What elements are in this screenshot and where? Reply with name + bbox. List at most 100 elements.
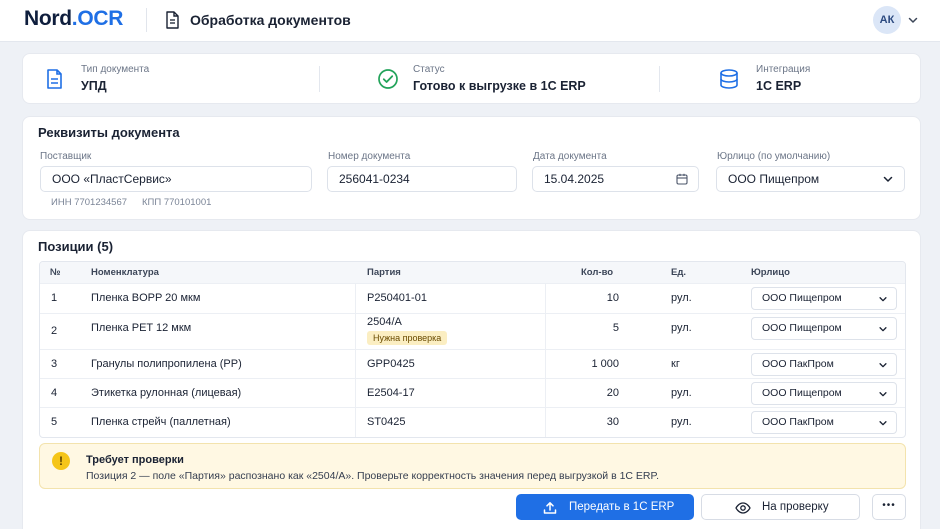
warning-title: Требует проверки xyxy=(86,454,184,466)
more-options-button[interactable]: ••• xyxy=(872,494,906,520)
divider xyxy=(659,66,660,92)
cell-name: Пленка BOPP 20 мкм xyxy=(91,292,201,304)
database-icon xyxy=(720,69,738,89)
cell-qty[interactable]: 10 xyxy=(607,292,619,304)
cell-name: Пленка стрейч (паллетная) xyxy=(91,416,231,428)
cell-batch[interactable]: 2504/A xyxy=(367,316,402,328)
send-to-erp-label: Передать в 1С ERP xyxy=(569,501,675,513)
cell-num: 5 xyxy=(51,416,58,428)
chevron-down-icon[interactable] xyxy=(907,14,919,26)
chevron-down-icon xyxy=(883,176,893,182)
doc-date-field[interactable]: 15.04.2025 xyxy=(532,166,699,192)
warning-icon: ! xyxy=(52,452,70,470)
cell-num: 4 xyxy=(51,387,58,399)
column-header-unit: Ед. xyxy=(671,267,687,278)
section-title: Позиции (5) xyxy=(38,239,114,254)
column-header-num: № xyxy=(50,267,61,278)
entity-select[interactable]: ООО Пищепром xyxy=(751,382,897,405)
document-summary: Тип документа УПД Статус Готово к выгруз… xyxy=(22,53,921,104)
table-row[interactable]: 3 Гранулы полипропилена (PP) GPP0425 1 0… xyxy=(40,350,905,379)
cell-qty[interactable]: 20 xyxy=(607,387,619,399)
integration-value: 1С ERP xyxy=(756,79,802,93)
document-icon xyxy=(47,69,62,89)
entity-select[interactable]: ООО ПакПром xyxy=(751,353,897,376)
section-title: Реквизиты документа xyxy=(38,125,180,140)
entity-select[interactable]: ООО Пищепром xyxy=(751,287,897,310)
cell-batch[interactable]: GPP0425 xyxy=(367,358,415,370)
table-row[interactable]: 4 Этикетка рулонная (лицевая) E2504-17 2… xyxy=(40,379,905,408)
doc-date-value: 15.04.2025 xyxy=(544,172,605,186)
status-label: Статус xyxy=(413,64,445,75)
cell-name: Этикетка рулонная (лицевая) xyxy=(91,387,242,399)
doc-type-label: Тип документа xyxy=(81,64,150,75)
inn-text: ИНН 7701234567 xyxy=(51,197,128,208)
entity-select[interactable]: ООО Пищепром xyxy=(751,317,897,340)
cell-unit: рул. xyxy=(671,322,692,334)
send-to-review-button[interactable]: На проверку xyxy=(701,494,860,520)
cell-qty[interactable]: 1 000 xyxy=(591,358,619,370)
supplier-field[interactable]: ООО «ПластСервис» xyxy=(40,166,312,192)
page-title: Обработка документов xyxy=(190,12,351,28)
cell-qty[interactable]: 5 xyxy=(613,322,619,334)
cell-name: Пленка PET 12 мкм xyxy=(91,322,192,334)
logo[interactable]: Nord.OCR xyxy=(24,7,123,31)
eye-icon xyxy=(735,502,751,514)
entity-value: ООО Пищепром xyxy=(728,172,820,186)
cell-unit: рул. xyxy=(671,387,692,399)
integration-label: Интеграция xyxy=(756,64,811,75)
positions-table: № Номенклатура Партия Кол-во Ед. Юрлицо … xyxy=(39,261,906,438)
doc-type-value: УПД xyxy=(81,79,107,93)
requisites-section: Реквизиты документа Поставщик ООО «Пласт… xyxy=(22,116,921,220)
chevron-down-icon xyxy=(879,327,887,332)
kpp-text: КПП 770101001 xyxy=(142,197,212,208)
divider xyxy=(146,8,147,32)
upload-icon xyxy=(543,502,557,514)
supplier-label: Поставщик xyxy=(40,151,92,162)
top-bar: Nord.OCR Обработка документов АК xyxy=(0,0,940,42)
avatar[interactable]: АК xyxy=(873,6,901,34)
warning-banner: ! Требует проверки Позиция 2 — поле «Пар… xyxy=(39,443,906,489)
send-to-erp-button[interactable]: Передать в 1С ERP xyxy=(516,494,694,520)
cell-batch[interactable]: ST0425 xyxy=(367,416,406,428)
cell-name: Гранулы полипропилена (PP) xyxy=(91,358,242,370)
cell-num: 1 xyxy=(51,292,58,304)
entity-select-value: ООО Пищепром xyxy=(762,322,842,334)
entity-select[interactable]: ООО ПакПром xyxy=(751,411,897,434)
more-icon: ••• xyxy=(882,500,896,511)
cell-batch[interactable]: E2504-17 xyxy=(367,387,415,399)
doc-number-label: Номер документа xyxy=(328,151,411,162)
divider xyxy=(319,66,320,92)
doc-date-label: Дата документа xyxy=(533,151,607,162)
send-to-review-label: На проверку xyxy=(762,501,829,513)
entity-select-value: ООО Пищепром xyxy=(762,387,842,399)
calendar-icon[interactable] xyxy=(676,173,688,185)
cell-num: 2 xyxy=(51,325,58,337)
entity-select-value: ООО ПакПром xyxy=(762,358,834,370)
check-circle-icon xyxy=(378,69,398,89)
entity-select-value: ООО Пищепром xyxy=(762,292,842,304)
chevron-down-icon xyxy=(879,392,887,397)
table-row[interactable]: 1 Пленка BOPP 20 мкм P250401-01 10 рул. … xyxy=(40,284,905,314)
status-badge: Нужна проверка xyxy=(367,331,448,345)
cell-batch[interactable]: P250401-01 xyxy=(367,292,427,304)
document-icon xyxy=(166,11,179,29)
table-row[interactable]: 2 Пленка PET 12 мкм 2504/A Нужна проверк… xyxy=(40,314,905,350)
chevron-down-icon xyxy=(879,363,887,368)
table-header: № Номенклатура Партия Кол-во Ед. Юрлицо xyxy=(40,262,905,284)
cell-qty[interactable]: 30 xyxy=(607,416,619,428)
table-row[interactable]: 5 Пленка стрейч (паллетная) ST0425 30 ру… xyxy=(40,408,905,437)
column-header-name: Номенклатура xyxy=(91,267,159,278)
doc-number-field[interactable]: 256041-0234 xyxy=(327,166,517,192)
cell-unit: рул. xyxy=(671,292,692,304)
warning-text: Позиция 2 — поле «Партия» распознано как… xyxy=(86,470,660,482)
entity-select-value: ООО ПакПром xyxy=(762,416,834,428)
column-header-entity: Юрлицо xyxy=(751,267,790,278)
column-header-qty: Кол-во xyxy=(581,267,614,278)
chevron-down-icon xyxy=(879,297,887,302)
positions-section: Позиции (5) № Номенклатура Партия Кол-во… xyxy=(22,230,921,529)
cell-unit: рул. xyxy=(671,416,692,428)
cell-unit: кг xyxy=(671,358,680,370)
entity-select[interactable]: ООО Пищепром xyxy=(716,166,905,192)
chevron-down-icon xyxy=(879,421,887,426)
entity-label: Юрлицо (по умолчанию) xyxy=(717,151,831,162)
